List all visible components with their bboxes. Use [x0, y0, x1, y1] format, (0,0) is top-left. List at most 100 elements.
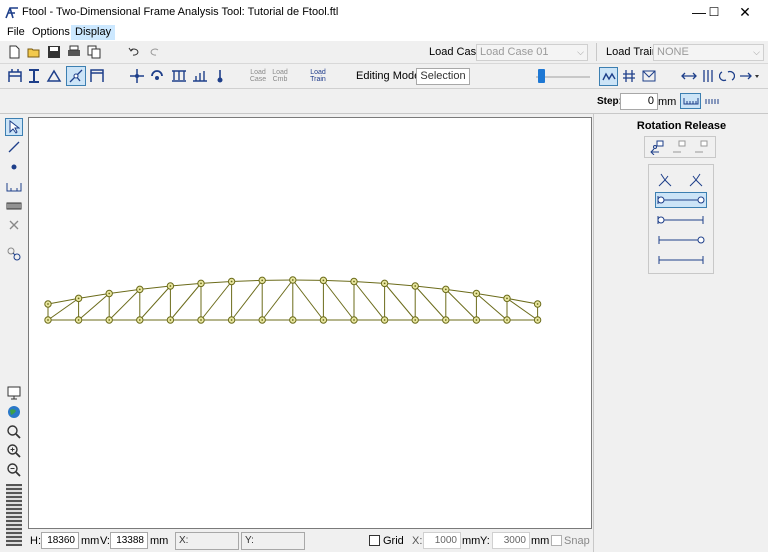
- menu-display[interactable]: Display: [71, 25, 116, 40]
- rotation-release-icon[interactable]: [66, 66, 86, 86]
- load-case-select[interactable]: Load Case 01 ⌵: [476, 44, 588, 61]
- remove-release-icon[interactable]: [692, 138, 710, 156]
- gate-frame-icon[interactable]: [88, 67, 106, 85]
- diagonal-member[interactable]: [353, 281, 385, 321]
- top-chord-member[interactable]: [170, 282, 202, 287]
- editing-mode-field[interactable]: Selection: [416, 68, 470, 85]
- link-nodes-icon[interactable]: [5, 245, 23, 263]
- diagonal-member[interactable]: [292, 279, 324, 321]
- monitor-icon[interactable]: [5, 384, 23, 402]
- section-properties-icon[interactable]: [25, 67, 43, 85]
- cursor-y-readout: Y:: [241, 532, 305, 550]
- grid-ruler-icon[interactable]: [5, 197, 23, 215]
- step-input[interactable]: 0: [620, 93, 658, 110]
- snap-label: Snap: [564, 535, 590, 547]
- nodal-load-icon[interactable]: [128, 67, 146, 85]
- toolbar-divider: [596, 43, 597, 61]
- top-chord-member[interactable]: [200, 281, 232, 284]
- globe-icon[interactable]: [5, 403, 23, 421]
- shear-force-icon[interactable]: [699, 67, 717, 85]
- distributed-load-icon[interactable]: [170, 67, 188, 85]
- top-chord-member[interactable]: [231, 279, 263, 282]
- diagonal-member[interactable]: [231, 280, 263, 321]
- grid-x-input[interactable]: 1000: [423, 532, 461, 549]
- copy-icon[interactable]: [85, 43, 103, 61]
- load-comb-btn-line2: Cmb: [272, 76, 288, 83]
- menu-options[interactable]: Options: [28, 25, 74, 40]
- top-chord-member[interactable]: [445, 288, 477, 294]
- frame-model-icon[interactable]: [6, 67, 24, 85]
- truss-node-center: [506, 297, 508, 300]
- step-toolbar: Step: 0 mm: [0, 90, 768, 114]
- zoom-in-icon[interactable]: [5, 442, 23, 460]
- close-button[interactable]: ✕: [722, 0, 768, 24]
- h-input[interactable]: 18360: [41, 532, 79, 549]
- moment-load-icon[interactable]: [148, 67, 166, 85]
- zoom-out-icon[interactable]: [5, 461, 23, 479]
- deformed-shape-icon[interactable]: [599, 67, 618, 86]
- diagonal-member[interactable]: [108, 289, 141, 321]
- diagram-options-dropdown-icon[interactable]: [738, 67, 762, 85]
- menu-file[interactable]: File: [3, 25, 29, 40]
- thermometer-icon[interactable]: [211, 67, 229, 85]
- release-tools-group: [644, 136, 716, 158]
- top-chord-member[interactable]: [323, 279, 355, 282]
- snap-checkbox[interactable]: [551, 535, 562, 546]
- grid-y-input[interactable]: 3000: [492, 532, 530, 549]
- undo-icon[interactable]: [125, 43, 143, 61]
- top-chord-member[interactable]: [384, 282, 416, 287]
- truss-node-center: [322, 319, 325, 321]
- temperature-load-icon[interactable]: [191, 67, 209, 85]
- top-chord-member[interactable]: [109, 288, 140, 294]
- release-right-node-icon[interactable]: [687, 171, 705, 189]
- diagonal-member[interactable]: [261, 279, 294, 321]
- grid-checkbox[interactable]: [369, 535, 380, 546]
- redo-icon[interactable]: [146, 43, 164, 61]
- status-bar: H: 18360 mm V: 13388 mm X: Y: Grid X: 10…: [28, 530, 593, 552]
- v-unit: mm: [150, 535, 169, 547]
- diagonal-member[interactable]: [323, 280, 355, 321]
- influence-line-icon[interactable]: [620, 67, 638, 85]
- top-chord-member[interactable]: [139, 285, 171, 290]
- edit-release-icon[interactable]: [670, 138, 688, 156]
- truss-node-center: [383, 319, 386, 321]
- diagonal-member[interactable]: [445, 289, 477, 321]
- triangle-support-icon[interactable]: [45, 67, 63, 85]
- app-logo-icon: [5, 7, 18, 19]
- step-ticks-icon[interactable]: [703, 93, 721, 109]
- top-chord-member[interactable]: [353, 281, 385, 284]
- zoom-slider-thumb[interactable]: [538, 69, 545, 83]
- bending-moment-icon[interactable]: [718, 67, 736, 85]
- drawing-canvas[interactable]: [28, 117, 592, 529]
- release-end-option[interactable]: [655, 232, 707, 248]
- open-folder-icon[interactable]: [25, 43, 43, 61]
- draw-member-icon[interactable]: [5, 138, 23, 156]
- release-none-option[interactable]: [655, 252, 707, 268]
- release-both-ends-option[interactable]: [655, 192, 707, 208]
- print-icon[interactable]: [65, 43, 83, 61]
- diagonal-member[interactable]: [170, 283, 202, 321]
- truss-node-center: [77, 297, 80, 300]
- apply-release-icon[interactable]: [648, 138, 666, 156]
- truss-node-center: [261, 319, 264, 321]
- top-chord-member[interactable]: [415, 285, 446, 290]
- diagonal-member[interactable]: [200, 281, 232, 321]
- envelope-icon[interactable]: [640, 67, 658, 85]
- draw-node-icon[interactable]: [5, 158, 23, 176]
- zoom-icon[interactable]: [5, 423, 23, 441]
- diagonal-member[interactable]: [384, 283, 416, 321]
- load-train-select[interactable]: NONE ⌵: [653, 44, 764, 61]
- save-icon[interactable]: [45, 43, 63, 61]
- modeling-toolbar: Load Case Load Cmb Load Train Editing Mo…: [0, 64, 768, 89]
- dimension-icon[interactable]: [5, 177, 23, 195]
- diagonal-member[interactable]: [414, 285, 447, 321]
- select-pointer-icon[interactable]: [5, 118, 23, 136]
- step-ruler-icon[interactable]: [680, 93, 701, 109]
- axial-force-icon[interactable]: [680, 67, 698, 85]
- new-file-icon[interactable]: [5, 43, 23, 61]
- delete-icon[interactable]: [5, 216, 23, 234]
- release-left-node-icon[interactable]: [656, 171, 674, 189]
- release-start-end-option[interactable]: [655, 212, 707, 228]
- v-input[interactable]: 13388: [110, 532, 148, 549]
- diagonal-member[interactable]: [139, 285, 171, 321]
